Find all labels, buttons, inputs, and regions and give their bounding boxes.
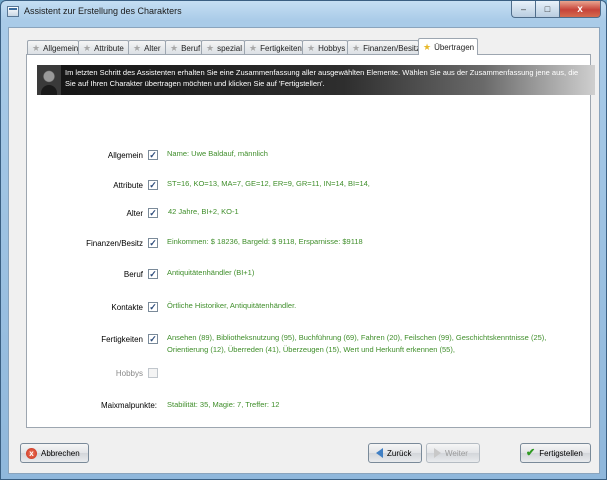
label-maximalpunkte: Maixmalpunkte: xyxy=(100,401,157,410)
star-icon: ★ xyxy=(32,42,41,53)
arrow-left-icon xyxy=(376,448,383,458)
star-icon: ★ xyxy=(352,42,361,53)
value-beruf: Antiquitätenhändler (BI+1) xyxy=(167,268,255,277)
tab-label: Übertragen xyxy=(434,42,475,52)
checkbox-fertigkeiten[interactable]: ✓ xyxy=(148,334,158,344)
tab-uebertragen[interactable]: ★ Übertragen xyxy=(418,38,478,55)
label-kontakte: Kontakte xyxy=(111,303,143,312)
checkbox-allgemein[interactable]: ✓ xyxy=(148,150,158,160)
tab-label: spezial xyxy=(217,43,242,53)
star-icon: ★ xyxy=(133,42,142,53)
tab-beruf[interactable]: ★ Beruf xyxy=(165,40,202,55)
star-icon: ★ xyxy=(206,42,215,53)
tab-hobbys[interactable]: ★ Hobbys xyxy=(302,40,348,55)
info-banner: Im letzten Schritt des Assistenten erhal… xyxy=(37,65,595,95)
value-finanzen-besitz: Einkommen: $ 18236, Bargeld: $ 9118, Ers… xyxy=(167,237,363,246)
checkbox-attribute[interactable]: ✓ xyxy=(148,180,158,190)
maximize-button[interactable]: □ xyxy=(535,1,559,18)
value-maximalpunkte: Stabilität: 35, Magie: 7, Treffer: 12 xyxy=(167,400,280,409)
star-icon: ★ xyxy=(249,42,258,53)
value-kontakte: Örtliche Historiker, Antiquitätenhändler… xyxy=(167,301,297,310)
label-alter: Alter xyxy=(126,209,143,218)
window-controls: – □ x xyxy=(511,1,601,18)
tab-label: Finanzen/Besitz xyxy=(363,43,419,53)
tab-label: Allgemein xyxy=(43,43,79,53)
close-button[interactable]: x xyxy=(559,1,601,18)
cancel-button[interactable]: x Abbrechen xyxy=(20,443,89,463)
label-hobbys: Hobbys xyxy=(115,369,143,378)
label-finanzen-besitz: Finanzen/Besitz xyxy=(86,239,143,248)
checkbox-alter[interactable]: ✓ xyxy=(148,208,158,218)
app-window-icon xyxy=(7,6,19,17)
next-button[interactable]: Weiter xyxy=(426,443,480,463)
finish-button[interactable]: ✔ Fertigstellen xyxy=(520,443,591,463)
label-beruf: Beruf xyxy=(123,270,143,279)
label-allgemein: Allgemein xyxy=(107,151,143,160)
star-icon: ★ xyxy=(423,41,432,52)
tab-label: Hobbys xyxy=(318,43,346,53)
tab-panel: Im letzten Schritt des Assistenten erhal… xyxy=(26,54,595,428)
value-attribute: ST=16, KO=13, MA=7, GE=12, ER=9, GR=11, … xyxy=(167,179,370,188)
star-icon: ★ xyxy=(170,42,179,53)
tab-label: Attribute xyxy=(94,43,124,53)
title-bar[interactable]: Assistent zur Erstellung des Charakters … xyxy=(1,1,606,23)
window-title: Assistent zur Erstellung des Charakters xyxy=(24,6,182,16)
client-area: ★ Allgemein ★ Attribute ★ Alter ★ Beruf … xyxy=(8,27,600,474)
tab-label: Fertigkeiten xyxy=(260,43,302,53)
next-label: Weiter xyxy=(445,448,468,458)
value-allgemein: Name: Uwe Baldauf, männlich xyxy=(167,149,268,158)
back-label: Zurück xyxy=(387,448,412,458)
checkbox-hobbys[interactable] xyxy=(148,368,158,378)
tab-spezial[interactable]: ★ spezial xyxy=(201,40,245,55)
banner-text: Im letzten Schritt des Assistenten erhal… xyxy=(65,68,579,88)
checkbox-finanzen-besitz[interactable]: ✓ xyxy=(148,238,158,248)
star-icon: ★ xyxy=(307,42,316,53)
wizard-window: Assistent zur Erstellung des Charakters … xyxy=(0,0,607,480)
checkbox-kontakte[interactable]: ✓ xyxy=(148,302,158,312)
tab-fertigkeiten[interactable]: ★ Fertigkeiten xyxy=(244,40,303,55)
tab-allgemein[interactable]: ★ Allgemein xyxy=(27,40,79,55)
cancel-icon: x xyxy=(26,447,37,459)
tab-alter[interactable]: ★ Alter xyxy=(128,40,166,55)
back-button[interactable]: Zurück xyxy=(368,443,422,463)
checkmark-icon: ✔ xyxy=(526,446,536,459)
checkbox-beruf[interactable]: ✓ xyxy=(148,269,158,279)
cancel-label: Abbrechen xyxy=(41,448,80,458)
label-attribute: Attribute xyxy=(113,181,143,190)
star-icon: ★ xyxy=(83,42,92,53)
tab-label: Beruf xyxy=(181,43,201,53)
arrow-right-icon xyxy=(434,448,441,458)
tab-finanzen-besitz[interactable]: ★ Finanzen/Besitz xyxy=(347,40,419,55)
tab-label: Alter xyxy=(144,43,161,53)
value-alter: 42 Jahre, BI+2, KO-1 xyxy=(168,207,239,216)
minimize-button[interactable]: – xyxy=(511,1,535,18)
tab-attribute[interactable]: ★ Attribute xyxy=(78,40,129,55)
finish-label: Fertigstellen xyxy=(539,448,583,458)
tab-strip: ★ Allgemein ★ Attribute ★ Alter ★ Beruf … xyxy=(27,38,478,55)
value-fertigkeiten: Ansehen (89), Bibliotheksnutzung (95), B… xyxy=(167,333,547,354)
label-fertigkeiten: Fertigkeiten xyxy=(101,335,143,344)
portrait-image xyxy=(37,65,61,95)
